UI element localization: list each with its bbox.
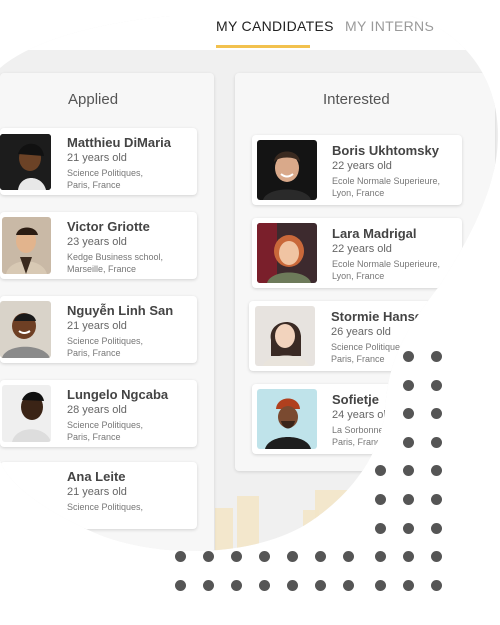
candidate-school: Science Politiques, xyxy=(67,420,144,430)
applied-title: Applied xyxy=(68,91,119,108)
dot xyxy=(259,551,270,563)
dot xyxy=(431,436,442,448)
candidate-school: Science Politiques, xyxy=(67,168,144,178)
dot xyxy=(431,579,442,591)
candidate-card[interactable]: Nguyễn Linh San 21 years old Science Pol… xyxy=(0,296,197,363)
candidate-age: 23 years old xyxy=(67,236,127,248)
candidate-city: Paris, France xyxy=(67,348,121,358)
candidate-name: Boris Ukhtomsky xyxy=(332,143,439,158)
dot xyxy=(431,522,442,534)
candidate-school: Ecole Normale Superieure, xyxy=(332,259,441,269)
candidate-card[interactable]: Boris Ukhtomsky 22 years old Ecole Norma… xyxy=(252,135,462,205)
candidate-age: 22 years old xyxy=(332,160,392,172)
dot xyxy=(287,551,298,563)
candidate-name: Lungelo Ngcaba xyxy=(67,387,169,402)
dot xyxy=(315,579,326,591)
candidate-city: Paris, France xyxy=(331,354,385,364)
candidate-age: 26 years old xyxy=(331,326,391,338)
dot xyxy=(315,551,326,563)
candidate-photo xyxy=(257,389,317,449)
dot xyxy=(231,579,242,591)
candidate-school: Ecole Normale Superieure, xyxy=(332,176,441,186)
candidate-card[interactable]: Lara Madrigal 22 years old Ecole Normale… xyxy=(252,218,462,288)
candidate-photo xyxy=(257,140,317,200)
candidate-school: Science Politiques, xyxy=(67,502,144,512)
dot xyxy=(403,351,414,362)
candidate-name: Ana Leite xyxy=(67,469,126,484)
dot xyxy=(231,551,242,563)
dot xyxy=(203,579,214,591)
dot xyxy=(403,379,414,391)
active-tab-indicator xyxy=(216,45,310,48)
candidate-city: Lyon, France xyxy=(332,271,385,281)
dot xyxy=(431,379,442,391)
dot xyxy=(403,408,414,420)
dot xyxy=(375,494,386,505)
dot xyxy=(403,551,414,563)
applied-column: Applied Matthieu DiMaria 21 years old Sc… xyxy=(0,73,214,553)
dot xyxy=(431,551,442,563)
candidate-photo xyxy=(2,385,51,442)
candidate-city: Lyon, France xyxy=(332,188,385,198)
candidate-age: 21 years old xyxy=(67,486,127,498)
candidate-city: Paris, France xyxy=(67,180,121,190)
dot xyxy=(403,579,414,591)
candidate-school: Kedge Business school, xyxy=(67,252,164,262)
dot xyxy=(287,579,298,591)
candidate-card[interactable]: Lungelo Ngcaba 28 years old Science Poli… xyxy=(0,380,197,447)
candidate-city: Marseille, France xyxy=(67,264,137,274)
candidate-age: 22 years old xyxy=(332,243,392,255)
candidate-name: Lara Madrigal xyxy=(332,226,417,241)
candidate-age: 28 years old xyxy=(67,404,127,416)
interested-title: Interested xyxy=(323,91,390,108)
dot xyxy=(431,351,442,362)
dot xyxy=(431,465,442,477)
dot xyxy=(175,579,186,591)
candidate-card[interactable]: Matthieu DiMaria 21 years old Science Po… xyxy=(0,128,197,195)
candidate-school: Science Politiques, xyxy=(67,336,144,346)
dot xyxy=(375,551,386,563)
tab-my-interns[interactable]: MY INTERNS xyxy=(345,18,434,34)
tab-my-candidates[interactable]: MY CANDIDATES xyxy=(216,18,334,34)
dot xyxy=(375,465,386,477)
candidate-name: Sofietje xyxy=(332,392,379,407)
dot xyxy=(375,579,386,591)
candidate-photo xyxy=(0,134,51,190)
dot xyxy=(375,522,386,534)
candidate-city: Paris, France xyxy=(67,432,121,442)
dot xyxy=(431,408,442,420)
dot xyxy=(343,551,354,563)
candidate-school: La Sorbonne, xyxy=(332,425,387,435)
candidate-photo xyxy=(257,223,317,283)
candidate-photo xyxy=(0,301,51,358)
dot xyxy=(403,522,414,534)
candidate-name: Nguyễn Linh San xyxy=(67,303,174,318)
candidate-name: Victor Griotte xyxy=(67,219,150,234)
candidate-school: Science Politiques, xyxy=(331,342,408,352)
candidate-age: 24 years old xyxy=(332,409,392,421)
candidate-name: Matthieu DiMaria xyxy=(67,135,172,150)
dot xyxy=(175,551,186,563)
dot xyxy=(203,551,214,563)
dot xyxy=(403,494,414,505)
dot xyxy=(403,436,414,448)
candidate-photo xyxy=(255,306,315,366)
dot xyxy=(431,494,442,505)
dot xyxy=(259,579,270,591)
candidate-photo xyxy=(2,217,51,274)
candidate-age: 21 years old xyxy=(67,320,127,332)
dot xyxy=(343,579,354,591)
dot xyxy=(403,465,414,477)
candidate-card[interactable]: Victor Griotte 23 years old Kedge Busine… xyxy=(0,212,197,279)
candidate-age: 21 years old xyxy=(67,152,127,164)
